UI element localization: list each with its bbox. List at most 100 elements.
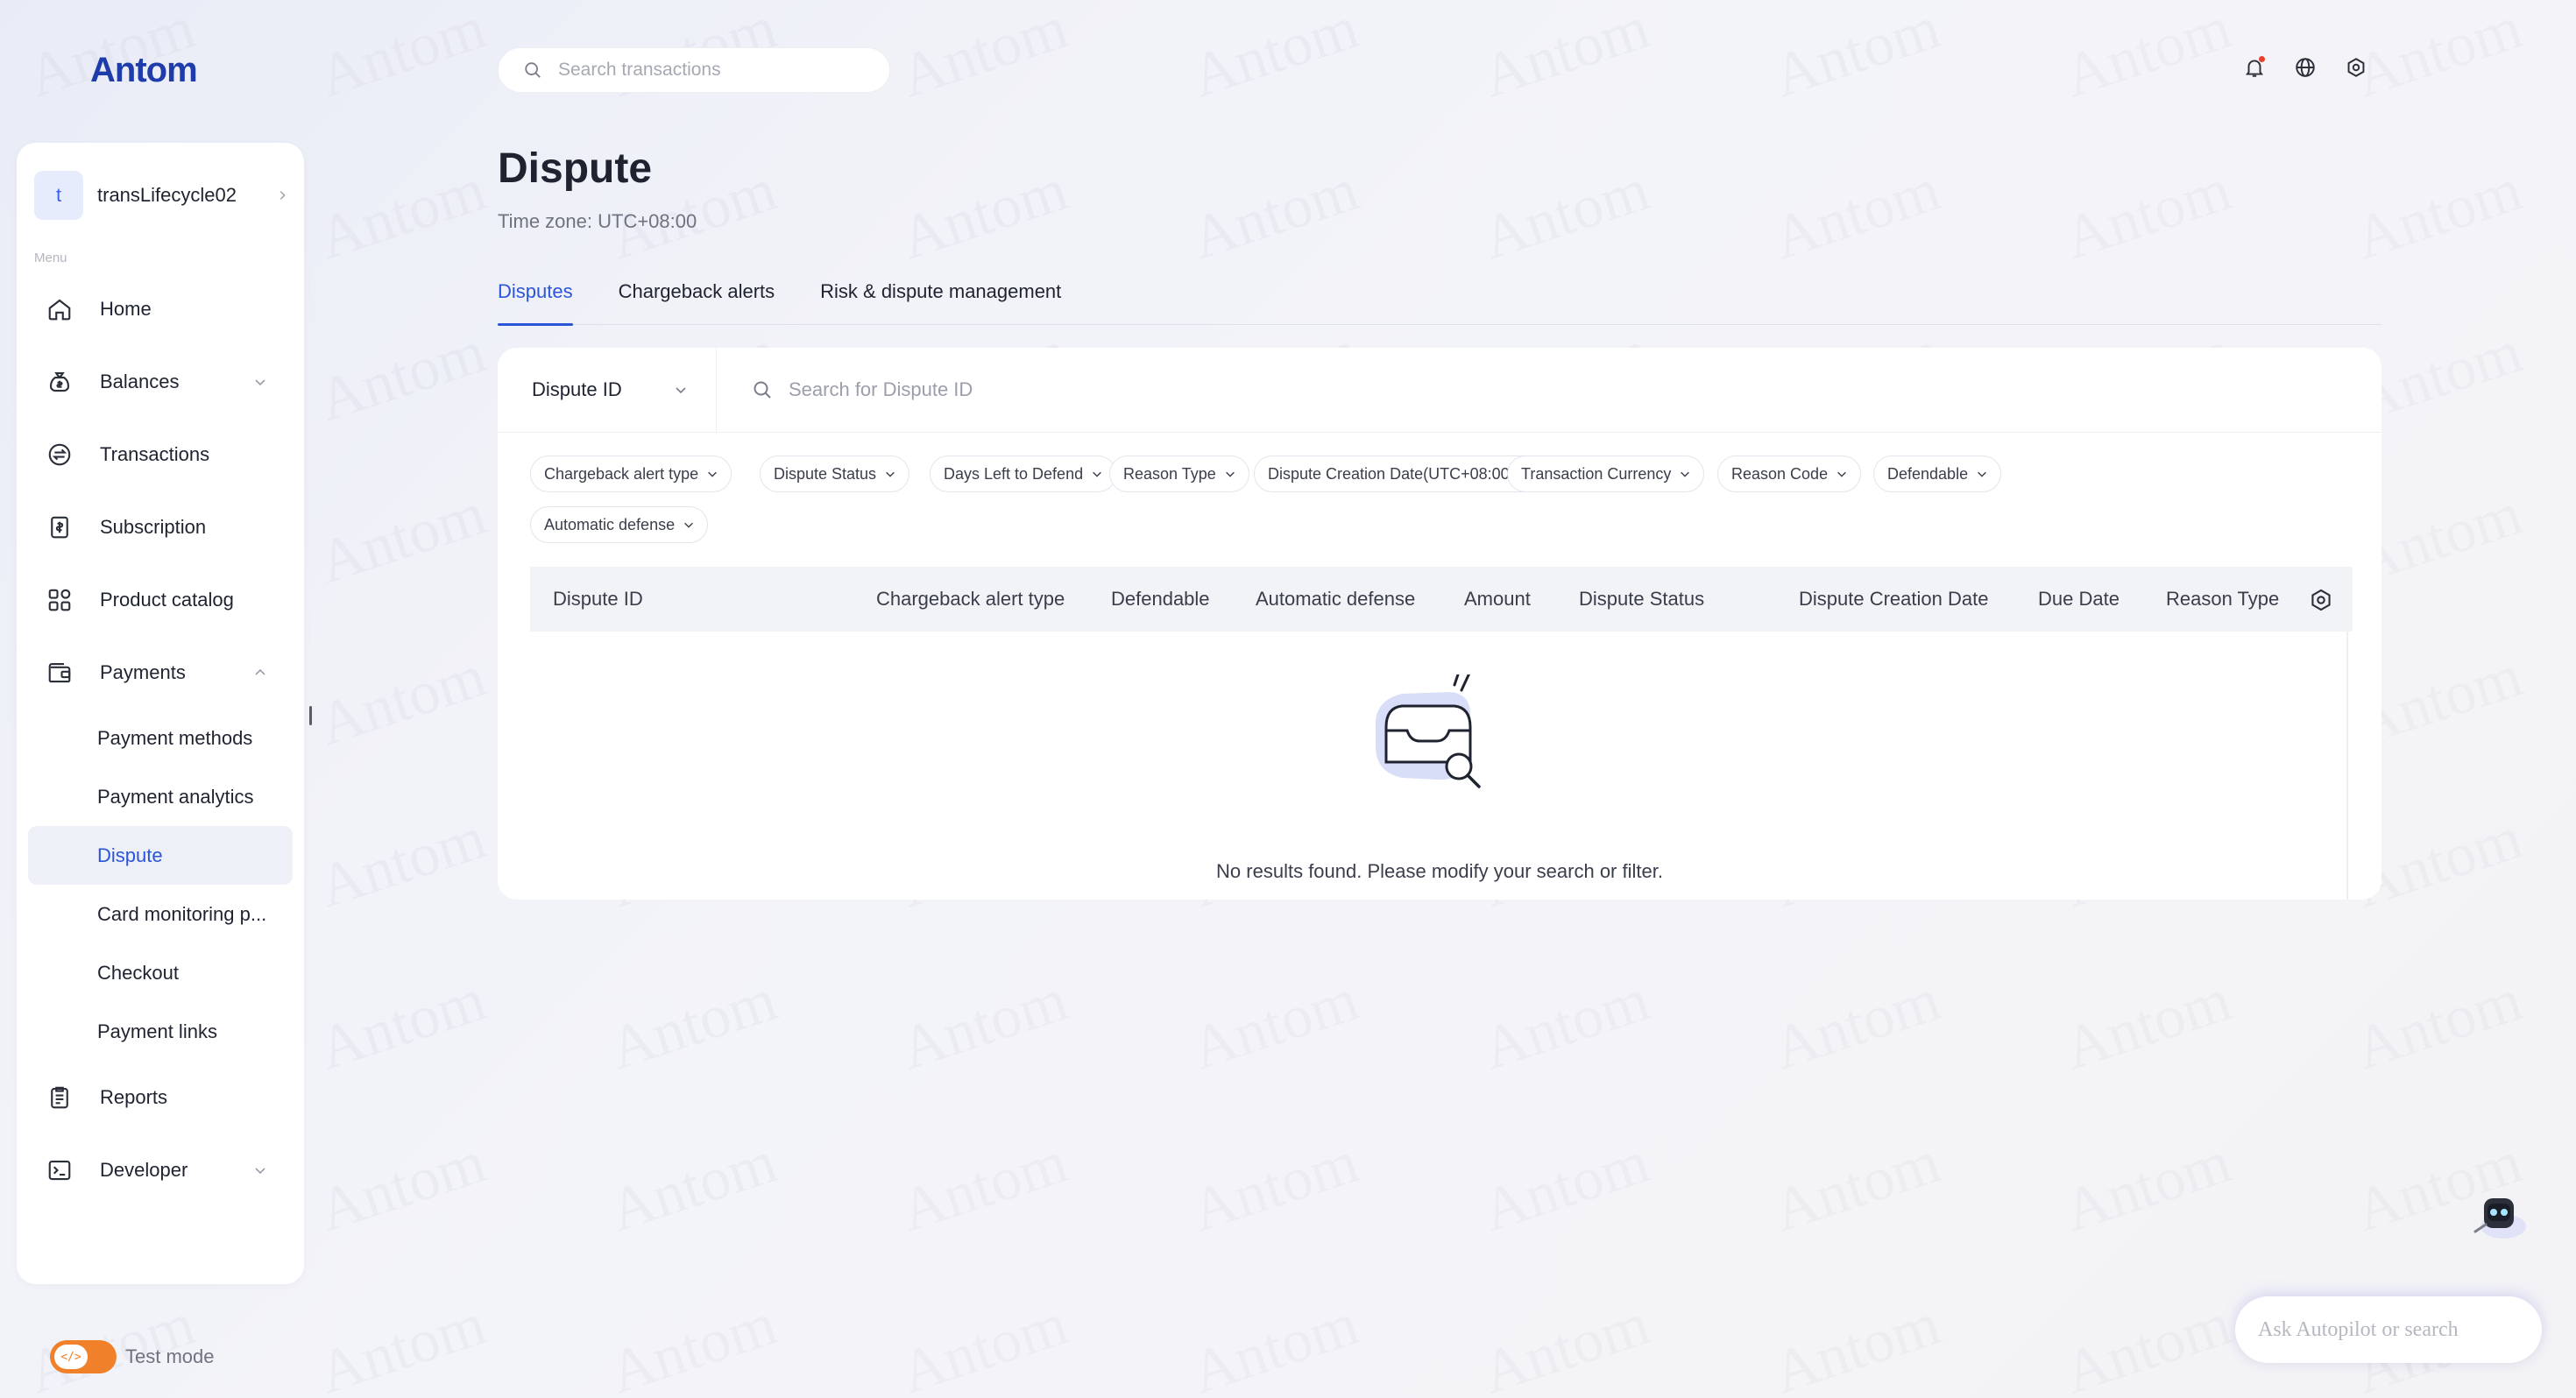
settings-icon[interactable]	[2345, 56, 2367, 79]
sidebar-subitem-payment-links[interactable]: Payment links	[17, 1002, 304, 1061]
table-header: Dispute ID Chargeback alert type Defenda…	[530, 567, 2353, 632]
search-icon	[525, 62, 541, 78]
watermark-text: Antom	[1183, 965, 1367, 1084]
tab-disputes[interactable]: Disputes	[498, 279, 573, 326]
watermark-text: Antom	[892, 1289, 1076, 1398]
sidebar-item-transactions[interactable]: Transactions	[17, 418, 304, 491]
filter-chip-reason-code[interactable]: Reason Code	[1717, 455, 1862, 492]
column-header-due-date[interactable]: Due Date	[2038, 588, 2120, 611]
column-settings-icon[interactable]	[2309, 588, 2333, 612]
toggle-switch[interactable]: </>	[50, 1340, 117, 1373]
filter-chip-automatic-defense[interactable]: Automatic defense	[530, 506, 709, 543]
transaction-search-input[interactable]: Search transactions	[498, 47, 890, 93]
exchange-icon	[46, 441, 74, 469]
watermark-text: Antom	[310, 803, 494, 921]
chevron-right-icon	[280, 191, 286, 200]
sidebar-subitem-payment-methods[interactable]: Payment methods	[17, 709, 304, 767]
watermark-text: Antom	[2056, 155, 2240, 273]
dispute-search-input[interactable]: Search for Dispute ID	[717, 348, 2381, 433]
sidebar-subitem-payment-analytics[interactable]: Payment analytics	[17, 767, 304, 826]
watermark-text: Antom	[2056, 0, 2240, 111]
chevron-up-icon	[255, 668, 265, 675]
chevron-down-icon	[1225, 471, 1235, 477]
sidebar-item-developer[interactable]: Developer	[17, 1133, 304, 1206]
watermark-text: Antom	[2346, 0, 2530, 111]
globe-icon[interactable]	[2294, 56, 2317, 79]
empty-state-text: No results found. Please modify your sea…	[1216, 860, 1663, 882]
filter-chip-label: Transaction Currency	[1521, 464, 1672, 483]
filter-chip-label: Dispute Status	[774, 464, 877, 483]
sidebar-subitem-checkout[interactable]: Checkout	[17, 943, 304, 1002]
page-title: Dispute	[498, 145, 653, 192]
tab-risk-dispute-management[interactable]: Risk & dispute management	[820, 279, 1061, 325]
terminal-icon	[46, 1156, 74, 1184]
autopilot-search-input[interactable]: Ask Autopilot or search	[2235, 1296, 2542, 1363]
autopilot-bot-icon[interactable]	[2466, 1188, 2528, 1249]
tab-chargeback-alerts[interactable]: Chargeback alerts	[619, 279, 775, 325]
filter-chip-label: Chargeback alert type	[544, 464, 699, 483]
header-actions	[2243, 56, 2367, 79]
sidebar-item-label: Reports	[100, 1085, 168, 1108]
filter-chip-chargeback-alert-type[interactable]: Chargeback alert type	[530, 455, 732, 492]
filter-chip-label: Reason Code	[1731, 464, 1829, 483]
column-header-chargeback-alert-type[interactable]: Chargeback alert type	[876, 588, 1065, 611]
sidebar-item-subscription[interactable]: Subscription	[17, 491, 304, 563]
search-placeholder: Search transactions	[558, 60, 721, 80]
watermark-text: Antom	[2346, 155, 2530, 273]
search-placeholder: Search for Dispute ID	[789, 378, 973, 400]
chevron-down-icon	[886, 471, 895, 477]
column-header-dispute-status[interactable]: Dispute Status	[1579, 588, 1704, 611]
column-header-dispute-creation-date[interactable]: Dispute Creation Date	[1799, 588, 1988, 611]
watermark-text: Antom	[310, 1127, 494, 1246]
disputes-card: Dispute ID Search for Dispute ID Chargeb…	[498, 347, 2381, 900]
bell-icon[interactable]	[2243, 56, 2266, 79]
column-header-reason-type[interactable]: Reason Type	[2166, 588, 2279, 611]
watermark-text: Antom	[1474, 1127, 1658, 1246]
watermark-text: Antom	[1474, 0, 1658, 111]
sidebar-item-product-catalog[interactable]: Product catalog	[17, 563, 304, 636]
filter-chip-transaction-currency[interactable]: Transaction Currency	[1507, 455, 1705, 492]
sidebar-subitem-card-monitoring[interactable]: Card monitoring p...	[17, 885, 304, 943]
watermark-text: Antom	[601, 965, 785, 1084]
watermark-text: Antom	[1183, 1127, 1367, 1246]
column-header-amount[interactable]: Amount	[1464, 588, 1531, 611]
filter-chip-days-left-to-defend[interactable]: Days Left to Defend	[930, 455, 1117, 492]
tab-bar: Disputes Chargeback alerts Risk & disput…	[498, 279, 2381, 326]
watermark-text: Antom	[2056, 1289, 2240, 1398]
watermark-text: Antom	[2056, 1127, 2240, 1246]
watermark-text: Antom	[1183, 0, 1367, 111]
sidebar-resize-handle[interactable]	[309, 706, 312, 725]
sidebar-item-reports[interactable]: Reports	[17, 1061, 304, 1133]
catalog-icon	[46, 586, 74, 614]
search-row: Dispute ID Search for Dispute ID	[498, 347, 2381, 433]
filter-chip-defendable[interactable]: Defendable	[1873, 455, 2002, 492]
filter-chip-dispute-creation-date-utc-08-00[interactable]: Dispute Creation Date(UTC+08:00)	[1254, 455, 1548, 492]
watermark-text: Antom	[310, 1289, 494, 1398]
sidebar-item-home[interactable]: Home	[17, 272, 304, 345]
sidebar-item-payments[interactable]: Payments	[17, 636, 304, 709]
column-header-dispute-id[interactable]: Dispute ID	[553, 588, 643, 611]
search-field-value: Dispute ID	[532, 378, 622, 400]
filter-chip-reason-type[interactable]: Reason Type	[1109, 455, 1249, 492]
search-field-select[interactable]: Dispute ID	[498, 347, 717, 433]
sidebar-item-balances[interactable]: Balances	[17, 345, 304, 418]
column-header-automatic-defense[interactable]: Automatic defense	[1256, 588, 1415, 611]
watermark-text: Antom	[1765, 0, 1949, 111]
column-header-defendable[interactable]: Defendable	[1111, 588, 1210, 611]
sidebar-subitem-dispute[interactable]: Dispute	[28, 826, 293, 885]
menu-label: Menu	[34, 251, 67, 265]
watermark-text: Antom	[310, 155, 494, 273]
chevron-down-icon	[1093, 471, 1101, 477]
home-icon	[46, 295, 74, 323]
filter-chip-label: Dispute Creation Date(UTC+08:00)	[1268, 464, 1515, 483]
watermark-text: Antom	[1474, 1289, 1658, 1398]
timezone-label: Time zone: UTC+08:00	[498, 210, 697, 232]
filter-chip-dispute-status[interactable]: Dispute Status	[760, 455, 910, 492]
antom-logo[interactable]: Antom	[90, 51, 198, 90]
account-switcher[interactable]: t transLifecycle02	[34, 169, 288, 222]
chevron-down-icon	[1837, 471, 1846, 477]
test-mode-toggle[interactable]: </> Test mode	[50, 1340, 215, 1373]
watermark-text: Antom	[310, 641, 494, 759]
watermark-text: Antom	[310, 479, 494, 597]
watermark-text: Antom	[1765, 965, 1949, 1084]
